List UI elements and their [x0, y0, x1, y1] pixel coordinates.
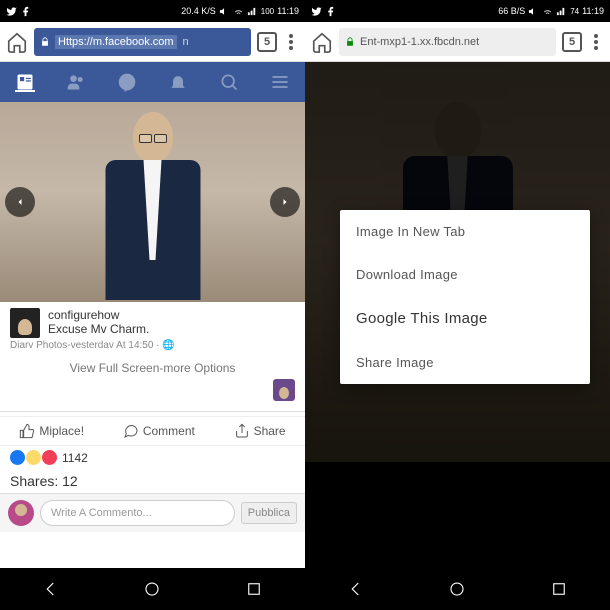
menu-icon[interactable] — [270, 72, 290, 92]
address-bar[interactable]: Ent-mxp1-1.xx.fbcdn.net — [339, 28, 556, 56]
twitter-icon — [311, 6, 322, 17]
love-reaction-icon — [42, 450, 57, 465]
twitter-icon — [6, 6, 17, 17]
post-caption: Excuse Mv Charm. — [48, 322, 149, 336]
browser-toolbar: Ent-mxp1-1.xx.fbcdn.net 5 — [305, 22, 610, 62]
lock-icon — [345, 37, 355, 47]
browser-toolbar: Https://m.facebook.comn 5 — [0, 22, 305, 62]
back-icon[interactable] — [346, 579, 366, 599]
overflow-menu-icon[interactable] — [283, 34, 299, 50]
battery-level: 100 — [261, 7, 274, 16]
mute-icon — [219, 6, 230, 17]
person-figure — [93, 112, 213, 302]
friends-icon[interactable] — [66, 72, 86, 92]
status-speed: 20.4 K/S — [181, 6, 216, 16]
home-nav-icon[interactable] — [447, 579, 467, 599]
comment-input[interactable]: Write A Commento... — [40, 500, 235, 526]
signal-icon — [556, 6, 567, 17]
recents-icon[interactable] — [549, 579, 569, 599]
publish-button[interactable]: Pubblica — [241, 502, 297, 524]
post-timestamp: Diarv Photos-vesterdav At 14:50 · 🌐 — [10, 340, 295, 351]
system-navbar — [305, 568, 610, 610]
mute-icon — [528, 6, 539, 17]
screenshot-left: 20.4 K/S 100 11:19 Https://m.facebook.co… — [0, 0, 305, 610]
status-bar: 66 B/S 74 11:19 — [305, 0, 610, 22]
tabs-button[interactable]: 5 — [257, 32, 277, 52]
comment-box: Write A Commento... Pubblica — [0, 493, 305, 532]
user-avatar[interactable] — [8, 500, 34, 526]
author-avatar[interactable] — [10, 308, 40, 338]
like-reaction-icon — [10, 450, 25, 465]
screenshot-right: 66 B/S 74 11:19 Ent-mxp1-1.xx.fbcdn.net … — [305, 0, 610, 610]
notifications-icon[interactable] — [168, 72, 188, 92]
facebook-nav — [0, 62, 305, 102]
tagged-avatar[interactable] — [273, 379, 295, 401]
prev-photo-button[interactable] — [5, 187, 35, 217]
recents-icon[interactable] — [244, 579, 264, 599]
haha-reaction-icon — [26, 450, 41, 465]
status-bar: 20.4 K/S 100 11:19 — [0, 0, 305, 22]
lock-icon — [40, 37, 50, 47]
wifi-icon — [233, 6, 244, 17]
menu-open-new-tab[interactable]: Image In New Tab — [340, 210, 590, 253]
like-button[interactable]: Miplace! — [19, 423, 84, 439]
signal-icon — [247, 6, 258, 17]
menu-share-image[interactable]: Share Image — [340, 341, 590, 384]
comment-button[interactable]: Comment — [123, 423, 195, 439]
context-menu: Image In New Tab Download Image Google T… — [340, 210, 590, 384]
post-meta: configurehow Excuse Mv Charm. Diarv Phot… — [0, 302, 305, 407]
status-time: 11:19 — [582, 6, 604, 16]
messenger-icon[interactable] — [117, 72, 137, 92]
author-name[interactable]: configurehow — [48, 308, 149, 322]
back-icon[interactable] — [41, 579, 61, 599]
overflow-menu-icon[interactable] — [588, 34, 604, 50]
url-text: Https://m.facebook.com — [55, 35, 177, 49]
system-navbar — [0, 568, 305, 610]
shares-row[interactable]: Shares: 12 — [0, 469, 305, 493]
facebook-icon — [325, 6, 336, 17]
battery-level: 74 — [570, 7, 579, 16]
search-icon[interactable] — [219, 72, 239, 92]
status-speed: 66 B/S — [498, 6, 525, 16]
url-text: Ent-mxp1-1.xx.fbcdn.net — [360, 36, 479, 48]
status-time: 11:19 — [277, 6, 299, 16]
post-photo[interactable] — [0, 102, 305, 302]
facebook-icon — [20, 6, 31, 17]
home-icon[interactable] — [6, 31, 28, 53]
page-content: Image In New Tab Download Image Google T… — [305, 62, 610, 568]
next-photo-button[interactable] — [270, 187, 300, 217]
menu-download-image[interactable]: Download Image — [340, 253, 590, 296]
divider — [0, 411, 305, 412]
wifi-icon — [542, 6, 553, 17]
reactions-row[interactable]: 1142 — [0, 446, 305, 469]
tabs-button[interactable]: 5 — [562, 32, 582, 52]
view-fullscreen-link[interactable]: View Full Screen-more Options — [10, 361, 295, 375]
home-icon[interactable] — [311, 31, 333, 53]
menu-google-image[interactable]: Google This Image — [340, 296, 590, 341]
address-bar[interactable]: Https://m.facebook.comn — [34, 28, 251, 56]
home-nav-icon[interactable] — [142, 579, 162, 599]
feed-icon[interactable] — [15, 72, 35, 92]
post-actions: Miplace! Comment Share — [0, 416, 305, 446]
share-button[interactable]: Share — [234, 423, 286, 439]
reaction-count: 1142 — [62, 451, 88, 465]
